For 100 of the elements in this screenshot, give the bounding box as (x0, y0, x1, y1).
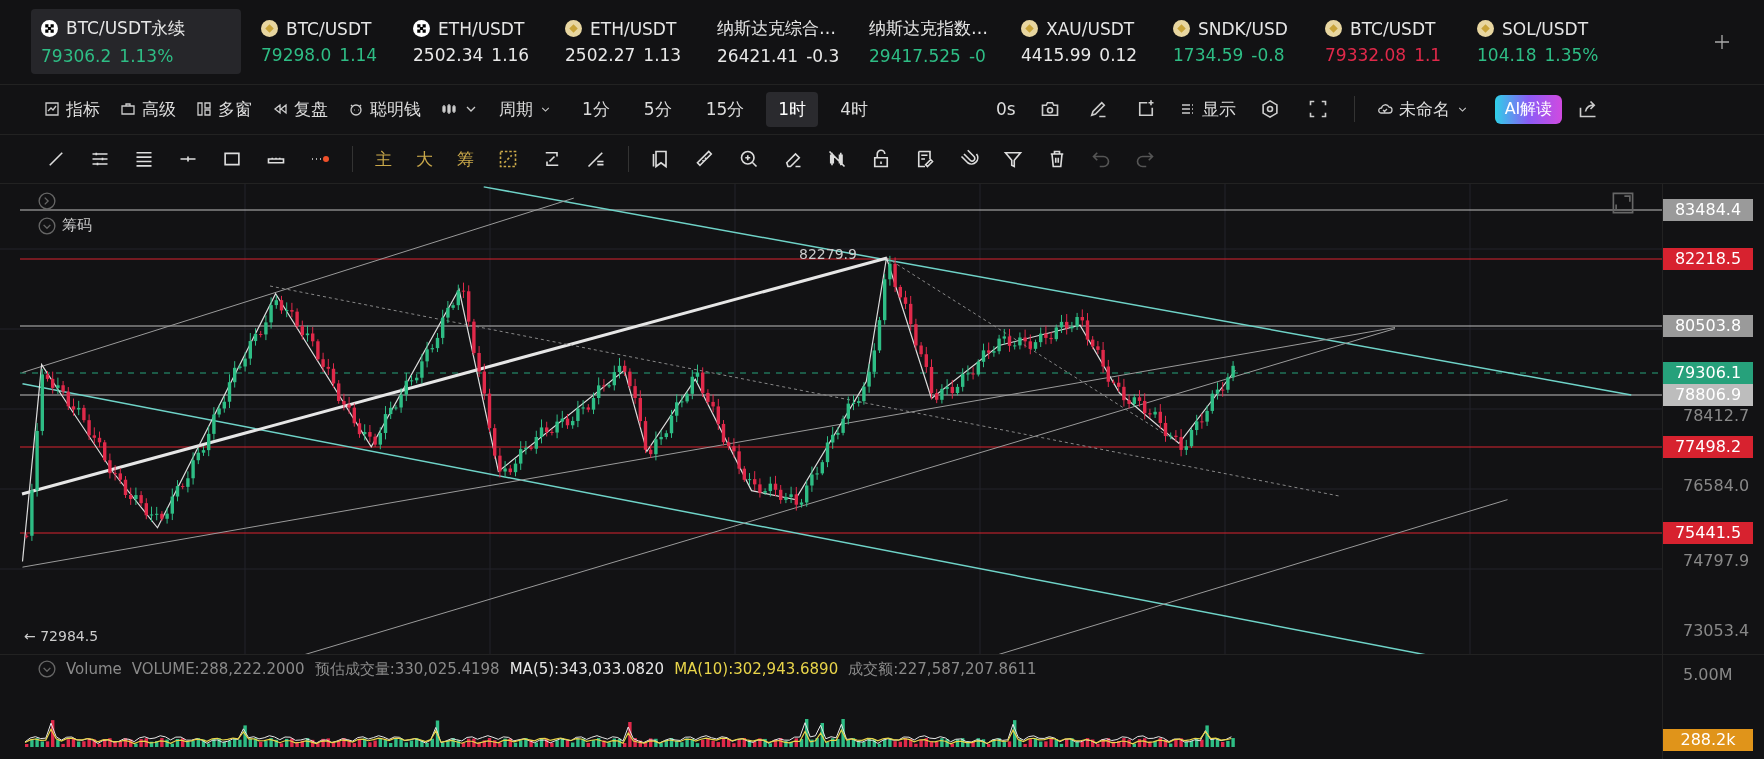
display-button[interactable]: 显示 (1171, 92, 1244, 126)
edit-note-icon[interactable] (915, 149, 935, 170)
ai-button[interactable]: AI解读 (1494, 94, 1563, 124)
ticker-price: 29417.525 (869, 46, 961, 67)
ticker-price: 79298.0 (261, 44, 332, 65)
ticker-tab[interactable]: ETH/USDT 2502.27 1.13 (555, 10, 703, 73)
lines-icon[interactable] (134, 149, 154, 170)
ticker-price: 2502.34 (413, 44, 484, 65)
toolbar-menu-button[interactable]: 指标 (36, 92, 108, 126)
ticker-price: 4415.99 (1021, 44, 1092, 65)
ticker-tab[interactable]: 纳斯达克指数… 29417.525 -0 (859, 9, 1007, 75)
pencil-icon[interactable] (1087, 99, 1108, 120)
ticker-name: BTC/USDT (286, 18, 372, 39)
ticker-tab[interactable]: SNDK/USD 1734.59 -0.8 (1163, 10, 1311, 73)
volume-legend-item: VOLUME:288,222.2000 (131, 660, 305, 679)
line-tools-icon[interactable] (586, 149, 606, 170)
ticker-name: ETH/USDT (590, 18, 677, 39)
high-price-label: 82279.9 (799, 246, 857, 262)
indicator-toggle[interactable]: 筹 (445, 147, 486, 171)
ticker-name: SOL/USDT (1502, 18, 1589, 39)
price-tick: 73053.4 (1683, 621, 1750, 640)
zoom-in-icon[interactable] (739, 149, 759, 170)
expand-corners-icon[interactable] (1612, 192, 1634, 214)
indicator-toggle[interactable]: 大 (404, 147, 445, 171)
volume-legend-item: Volume (66, 660, 122, 679)
volume-legend-item: MA(10):302,943.6890 (674, 660, 839, 679)
volume-legend-item: 成交额:227,587,207.8611 (848, 660, 1037, 679)
chip-label: 筹码 (62, 216, 92, 235)
coin-logo-icon (1477, 20, 1494, 38)
volume-tick: 5.00M (1683, 665, 1733, 684)
filter-icon[interactable] (1003, 149, 1023, 170)
price-level-badge: 78806.9 (1663, 384, 1753, 406)
ticker-change: 1.1 (1414, 44, 1442, 65)
ticker-name: BTC/USDT (1350, 18, 1436, 39)
price-tick: 74797.9 (1683, 551, 1750, 570)
period-tab[interactable]: 1分 (570, 91, 622, 127)
toolbar-menu-button[interactable]: 聪明钱 (340, 92, 429, 126)
share-icon[interactable] (1578, 99, 1599, 120)
ticker-change: 1.13% (119, 46, 174, 67)
ticker-tab[interactable]: ETH/USDT 2502.34 1.16 (403, 10, 551, 73)
volume-legend-item: MA(5):343,033.0820 (509, 660, 665, 679)
ticker-change: 1.13 (643, 44, 682, 65)
ticker-name: ETH/USDT (438, 18, 525, 39)
layout-name-dropdown[interactable]: 未命名 (1368, 92, 1477, 126)
fullscreen-icon[interactable] (1307, 99, 1328, 120)
ticker-price: 1734.59 (1173, 44, 1244, 65)
ticker-tab[interactable]: SOL/USDT 104.18 1.35% (1467, 10, 1615, 73)
ticker-name: SNDK/USD (1198, 18, 1288, 39)
toolbar-menu-button[interactable]: 多窗 (188, 92, 260, 126)
ticker-tab[interactable]: BTC/USDT 79332.08 1.1 (1315, 10, 1463, 73)
period-dropdown[interactable]: 周期 (491, 92, 560, 126)
price-level-badge: 80503.8 (1663, 315, 1753, 337)
ticker-change: -0 (968, 46, 986, 67)
ticker-change: 1.35% (1544, 44, 1599, 65)
ticker-change: -0.8 (1251, 44, 1285, 65)
add-icon[interactable] (1714, 33, 1730, 50)
low-price-label: ← 72984.5 (24, 628, 99, 644)
price-level-badge: 82218.5 (1663, 248, 1753, 270)
price-tick: 78412.7 (1683, 406, 1750, 425)
price-tick: 76584.0 (1683, 476, 1750, 495)
price-level-badge: 83484.4 (1663, 199, 1753, 221)
ticker-name: XAU/USDT (1046, 18, 1135, 39)
coin-logo-icon (261, 20, 278, 38)
unlock-icon[interactable] (871, 149, 891, 170)
coin-logo-icon (1325, 20, 1342, 38)
checkered-logo-icon (41, 20, 58, 38)
ticker-change: 0.12 (1099, 44, 1138, 65)
checkered-logo-icon (413, 20, 430, 38)
dashed-box-icon[interactable] (498, 149, 518, 170)
ticker-price: 79306.2 (41, 46, 112, 67)
ticker-tab[interactable]: BTC/USDT 79298.0 1.14 (251, 10, 399, 73)
ticker-name: 纳斯达克综合… (717, 17, 836, 41)
period-tab[interactable]: 5分 (631, 91, 684, 127)
candles-off-icon[interactable] (827, 149, 847, 170)
ticker-name: 纳斯达克指数… (869, 17, 988, 41)
ticker-tab[interactable]: XAU/USDT 4415.99 0.12 (1011, 10, 1159, 73)
ticker-change: 1.16 (491, 44, 530, 65)
price-level-badge: 75441.5 (1663, 522, 1753, 544)
coin-logo-icon (1173, 20, 1190, 38)
indicator-toggle[interactable]: 主 (363, 147, 404, 171)
ticker-tab[interactable]: BTC/USDT永续 79306.2 1.13% (31, 9, 241, 75)
collapse-icon[interactable] (38, 217, 56, 235)
period-tab[interactable]: 4时 (828, 91, 880, 127)
volume-legend-item: 预估成交量:330,025.4198 (314, 660, 500, 679)
expand-icon[interactable] (38, 192, 56, 210)
coin-logo-icon (1021, 20, 1038, 38)
ticker-price: 104.18 (1477, 44, 1537, 65)
toolbar-menu-button[interactable]: 高级 (112, 92, 184, 126)
period-tab[interactable]: 15分 (693, 91, 757, 127)
ticker-tab[interactable]: 纳斯达克综合… 26421.41 -0.3 (707, 9, 855, 75)
ticker-change: -0.3 (806, 46, 840, 67)
period-tab[interactable]: 1时 (766, 91, 819, 127)
toolbar-menu-button[interactable]: 复盘 (264, 92, 336, 126)
settings-icon[interactable] (1259, 99, 1280, 120)
animal-face-icon (348, 101, 364, 118)
collapse-icon[interactable] (38, 660, 56, 679)
ticker-price: 79332.08 (1325, 44, 1407, 65)
ticker-price: 2502.27 (565, 44, 636, 65)
coin-logo-icon (565, 20, 582, 38)
briefcase-icon (120, 101, 136, 118)
